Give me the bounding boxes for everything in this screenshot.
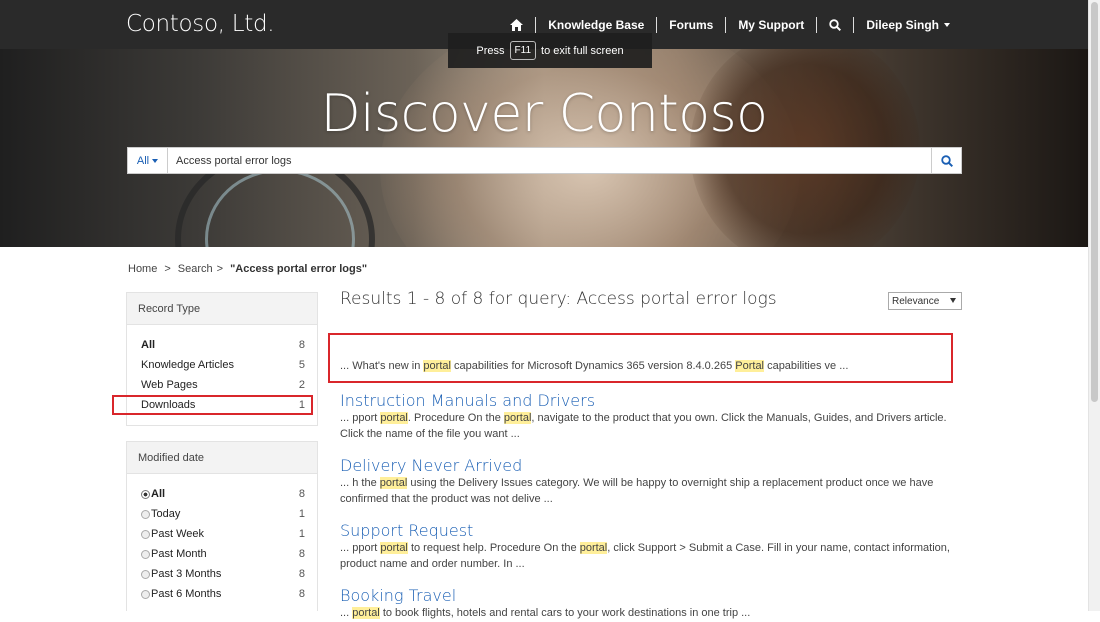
date-option-label: Past 6 Months (151, 588, 222, 600)
chevron-down-icon (944, 22, 950, 27)
result-snippet: ... pport portal. Procedure On the porta… (340, 412, 947, 440)
highlighted-term: portal (423, 360, 451, 372)
date-option-past-3-months[interactable]: Past 3 Months 8 (127, 564, 317, 584)
search-icon (940, 154, 953, 167)
date-option-count: 8 (298, 568, 305, 580)
nav-forums[interactable]: Forums (657, 0, 725, 49)
facet-title: Modified date (127, 442, 317, 474)
radio-unselected[interactable] (141, 529, 150, 539)
date-option-count: 8 (298, 488, 305, 500)
date-option-past-week[interactable]: Past Week 1 (127, 524, 317, 544)
date-option-all[interactable]: All 8 (127, 484, 317, 504)
radio-unselected[interactable] (141, 589, 150, 599)
annotation-highlight-result (328, 333, 953, 383)
facet-label: Knowledge Articles (141, 359, 234, 371)
breadcrumb: Home > Search > "Access portal error log… (128, 263, 367, 275)
date-option-label: All (151, 488, 166, 500)
results-summary: Results 1 - 8 of 8 for query: Access por… (340, 289, 777, 309)
date-option-label: Past Week (151, 528, 204, 540)
highlighted-term: portal (380, 412, 408, 424)
toast-key: F11 (509, 41, 537, 60)
search-icon[interactable] (817, 0, 853, 49)
search-filter-dropdown[interactable]: All (128, 148, 168, 173)
facet-item-knowledge-articles[interactable]: Knowledge Articles 5 (127, 355, 317, 375)
fullscreen-toast: Press F11 to exit full screen (448, 33, 652, 68)
date-option-past-6-months[interactable]: Past 6 Months 8 (127, 584, 317, 604)
chevron-down-icon (950, 298, 956, 303)
user-menu[interactable]: Dileep Singh (854, 0, 962, 49)
facet-label: Web Pages (141, 379, 198, 391)
date-option-label: Today (151, 508, 181, 520)
result-title-link[interactable]: Booking Travel (340, 586, 952, 605)
result-title-link[interactable]: Delivery Never Arrived (340, 456, 952, 475)
search-result: Delivery Never Arrived ... h the portal … (340, 456, 952, 507)
annotation-highlight-downloads (112, 395, 313, 415)
facet-count: 2 (298, 379, 305, 391)
search-button[interactable] (931, 148, 961, 173)
page-scrollbar[interactable] (1088, 0, 1100, 611)
radio-unselected[interactable] (141, 509, 150, 519)
facet-label: All (141, 339, 156, 351)
user-name: Dileep Singh (866, 17, 939, 32)
radio-unselected[interactable] (141, 549, 150, 559)
facet-count: 8 (298, 339, 305, 351)
highlighted-term: portal (379, 477, 408, 489)
highlighted-term: Portal (735, 360, 765, 372)
result-title-link[interactable]: Support Request (340, 521, 952, 540)
search-result: Instruction Manuals and Drivers ... ppor… (340, 391, 952, 442)
toast-text: to exit full screen (541, 44, 624, 57)
date-option-count: 8 (298, 548, 305, 560)
breadcrumb-current: "Access portal error logs" (230, 263, 368, 275)
result-title-link[interactable]: Instruction Manuals and Drivers (340, 391, 952, 410)
date-option-count: 1 (298, 508, 305, 520)
search-result: Support Request ... pport portal to requ… (340, 521, 952, 572)
toast-press: Press (476, 44, 505, 57)
facet-count: 5 (298, 359, 305, 371)
result-snippet: ... h the portal using the Delivery Issu… (340, 477, 934, 505)
brand-logo[interactable]: Contoso, Ltd. (126, 11, 275, 37)
search-input[interactable] (168, 148, 931, 173)
highlighted-term: portal (503, 412, 532, 424)
radio-unselected[interactable] (141, 569, 150, 579)
breadcrumb-separator: > (164, 263, 171, 275)
sort-dropdown[interactable]: Relevance (888, 292, 962, 310)
result-snippet: ... pport portal to request help. Proced… (340, 542, 950, 570)
date-option-label: Past 3 Months (151, 568, 222, 580)
facet-item-all[interactable]: All 8 (127, 335, 317, 355)
search-filter-label: All (136, 154, 150, 167)
breadcrumb-separator: > (216, 263, 224, 275)
result-snippet: ... portal to book flights, hotels and r… (340, 607, 751, 619)
modified-date-facet: Modified date All 8 Today 1 Past Week 1 Pas… (126, 441, 318, 611)
highlighted-term: portal (380, 542, 408, 554)
breadcrumb-search[interactable]: Search (178, 263, 213, 275)
date-option-label: Past Month (151, 548, 207, 560)
nav-my-support[interactable]: My Support (726, 0, 816, 49)
sort-label: Relevance (892, 295, 940, 307)
scrollbar-thumb[interactable] (1091, 2, 1098, 402)
search-bar: All (127, 147, 962, 174)
search-result: Booking Travel ... portal to book flight… (340, 586, 952, 622)
date-option-count: 8 (298, 588, 305, 600)
hero-title: Discover Contoso (320, 84, 768, 144)
date-option-today[interactable]: Today 1 (127, 504, 317, 524)
date-option-count: 1 (298, 528, 305, 540)
result-snippet: ... What's new in portal capabilities fo… (340, 360, 849, 372)
facet-title: Record Type (127, 293, 317, 325)
chevron-down-icon (152, 158, 159, 163)
highlighted-term: portal (352, 607, 380, 619)
radio-selected[interactable] (141, 489, 150, 499)
search-result: ... What's new in portal capabilities fo… (340, 359, 952, 375)
facet-item-web-pages[interactable]: Web Pages 2 (127, 375, 317, 395)
date-option-past-month[interactable]: Past Month 8 (127, 544, 317, 564)
breadcrumb-home[interactable]: Home (128, 263, 157, 275)
highlighted-term: portal (579, 542, 608, 554)
